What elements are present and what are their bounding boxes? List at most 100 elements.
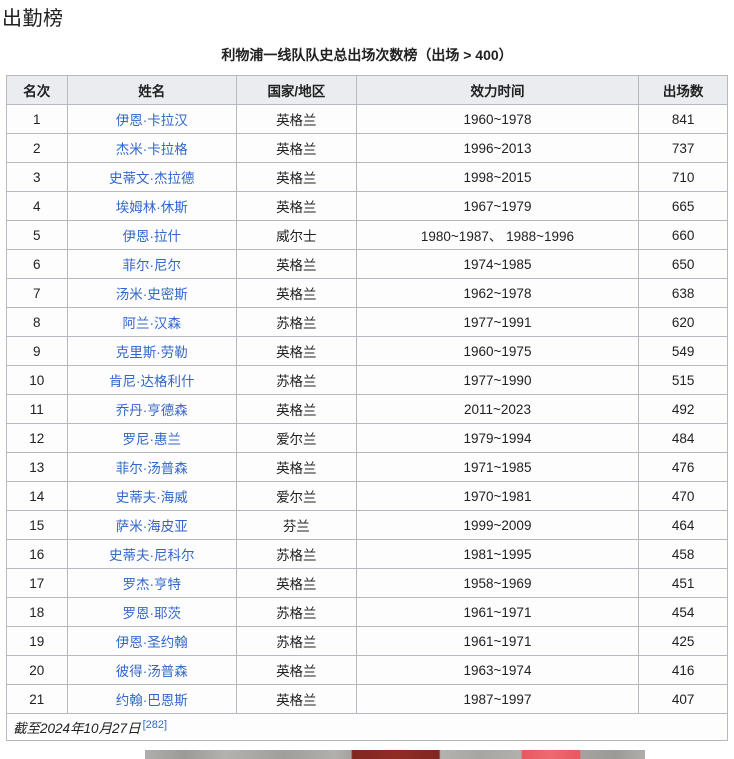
footnote-row: 截至2024年10月27日 [282] — [6, 713, 728, 741]
table-row: 11 乔丹·亨德森 英格兰 2011~2023 492 — [6, 394, 728, 424]
table-row: 8 阿兰·汉森 苏格兰 1977~1991 620 — [6, 307, 728, 337]
name-cell: 史蒂文·杰拉德 — [66, 162, 237, 192]
appearances-cell: 620 — [638, 307, 728, 337]
name-cell: 菲尔·尼尔 — [66, 249, 237, 279]
player-link[interactable]: 彼得·汤普森 — [116, 664, 188, 679]
appearances-cell: 476 — [638, 452, 728, 482]
name-cell: 杰米·卡拉格 — [66, 133, 237, 163]
table-row: 9 克里斯·劳勒 英格兰 1960~1975 549 — [6, 336, 728, 366]
rank-cell: 7 — [6, 278, 68, 308]
player-link[interactable]: 史蒂文·杰拉德 — [109, 171, 195, 186]
period-cell: 1958~1969 — [355, 568, 640, 598]
name-cell: 肯尼·达格利什 — [66, 365, 237, 395]
name-cell: 萨米·海皮亚 — [66, 510, 237, 540]
table-row: 10 肯尼·达格利什 苏格兰 1977~1990 515 — [6, 365, 728, 395]
player-link[interactable]: 罗杰·亨特 — [123, 577, 182, 592]
rank-cell: 9 — [6, 336, 68, 366]
rank-cell: 6 — [6, 249, 68, 279]
period-cell: 1970~1981 — [355, 481, 640, 511]
column-header-name: 姓名 — [66, 75, 237, 105]
appearances-table: 利物浦一线队队史总出场次数榜（出场 > 400） 名次 姓名 国家/地区 效力时… — [6, 38, 728, 741]
rank-cell: 2 — [6, 133, 68, 163]
player-link[interactable]: 阿兰·汉森 — [123, 316, 182, 331]
player-link[interactable]: 史蒂夫·尼科尔 — [109, 548, 195, 563]
rank-cell: 3 — [6, 162, 68, 192]
country-cell: 英格兰 — [235, 249, 357, 279]
period-cell: 1996~2013 — [355, 133, 640, 163]
footnote-cell: 截至2024年10月27日 [282] — [6, 713, 728, 741]
player-link[interactable]: 罗恩·耶茨 — [123, 606, 182, 621]
appearances-cell: 737 — [638, 133, 728, 163]
table-row: 18 罗恩·耶茨 苏格兰 1961~1971 454 — [6, 597, 728, 627]
player-link[interactable]: 伊恩·圣约翰 — [116, 635, 188, 650]
appearances-cell: 454 — [638, 597, 728, 627]
appearances-cell: 638 — [638, 278, 728, 308]
period-cell: 1999~2009 — [355, 510, 640, 540]
name-cell: 约翰·巴恩斯 — [66, 684, 237, 714]
period-cell: 1987~1997 — [355, 684, 640, 714]
table-footer: 截至2024年10月27日 [282] — [6, 713, 728, 741]
name-cell: 史蒂夫·尼科尔 — [66, 539, 237, 569]
player-link[interactable]: 伊恩·拉什 — [123, 229, 182, 244]
country-cell: 英格兰 — [235, 278, 357, 308]
column-header-country: 国家/地区 — [235, 75, 357, 105]
appearances-cell: 451 — [638, 568, 728, 598]
rank-cell: 16 — [6, 539, 68, 569]
country-cell: 苏格兰 — [235, 539, 357, 569]
player-link[interactable]: 菲尔·汤普森 — [116, 461, 188, 476]
player-link[interactable]: 史蒂夫·海威 — [116, 490, 188, 505]
period-cell: 1962~1978 — [355, 278, 640, 308]
period-cell: 1961~1971 — [355, 597, 640, 627]
rank-cell: 15 — [6, 510, 68, 540]
player-link[interactable]: 杰米·卡拉格 — [116, 142, 188, 157]
table-header: 名次 姓名 国家/地区 效力时间 出场数 — [6, 75, 728, 105]
player-link[interactable]: 乔丹·亨德森 — [116, 403, 188, 418]
player-link[interactable]: 肯尼·达格利什 — [109, 374, 195, 389]
player-link[interactable]: 约翰·巴恩斯 — [116, 693, 188, 708]
header-row: 名次 姓名 国家/地区 效力时间 出场数 — [6, 75, 728, 105]
name-cell: 克里斯·劳勒 — [66, 336, 237, 366]
player-link[interactable]: 菲尔·尼尔 — [123, 258, 182, 273]
rank-cell: 12 — [6, 423, 68, 453]
rank-cell: 18 — [6, 597, 68, 627]
appearances-cell: 470 — [638, 481, 728, 511]
name-cell: 彼得·汤普森 — [66, 655, 237, 685]
table-row: 16 史蒂夫·尼科尔 苏格兰 1981~1995 458 — [6, 539, 728, 569]
name-cell: 伊恩·拉什 — [66, 220, 237, 250]
player-link[interactable]: 伊恩·卡拉汉 — [116, 113, 188, 128]
appearances-cell: 549 — [638, 336, 728, 366]
rank-cell: 4 — [6, 191, 68, 221]
name-cell: 菲尔·汤普森 — [66, 452, 237, 482]
table-row: 7 汤米·史密斯 英格兰 1962~1978 638 — [6, 278, 728, 308]
name-cell: 乔丹·亨德森 — [66, 394, 237, 424]
reference-link[interactable]: [282] — [143, 719, 167, 731]
appearances-cell: 464 — [638, 510, 728, 540]
column-header-period: 效力时间 — [355, 75, 640, 105]
period-cell: 1967~1979 — [355, 191, 640, 221]
country-cell: 爱尔兰 — [235, 481, 357, 511]
country-cell: 苏格兰 — [235, 597, 357, 627]
table-row: 2 杰米·卡拉格 英格兰 1996~2013 737 — [6, 133, 728, 163]
player-link[interactable]: 罗尼·惠兰 — [123, 432, 182, 447]
player-link[interactable]: 萨米·海皮亚 — [116, 519, 188, 534]
player-link[interactable]: 汤米·史密斯 — [116, 287, 188, 302]
rank-cell: 14 — [6, 481, 68, 511]
table-caption: 利物浦一线队队史总出场次数榜（出场 > 400） — [221, 47, 513, 63]
rank-cell: 20 — [6, 655, 68, 685]
appearances-cell: 458 — [638, 539, 728, 569]
appearances-cell: 407 — [638, 684, 728, 714]
rank-cell: 1 — [6, 104, 68, 134]
player-link[interactable]: 埃姆林·休斯 — [116, 200, 188, 215]
country-cell: 英格兰 — [235, 162, 357, 192]
country-cell: 苏格兰 — [235, 307, 357, 337]
country-cell: 爱尔兰 — [235, 423, 357, 453]
country-cell: 威尔士 — [235, 220, 357, 250]
footnote-text: 截至2024年10月27日 — [13, 721, 141, 736]
period-cell: 1979~1994 — [355, 423, 640, 453]
country-cell: 英格兰 — [235, 104, 357, 134]
country-cell: 英格兰 — [235, 684, 357, 714]
section-heading: 出勤榜 — [2, 8, 64, 30]
player-link[interactable]: 克里斯·劳勒 — [116, 345, 188, 360]
appearances-cell: 492 — [638, 394, 728, 424]
rank-cell: 10 — [6, 365, 68, 395]
